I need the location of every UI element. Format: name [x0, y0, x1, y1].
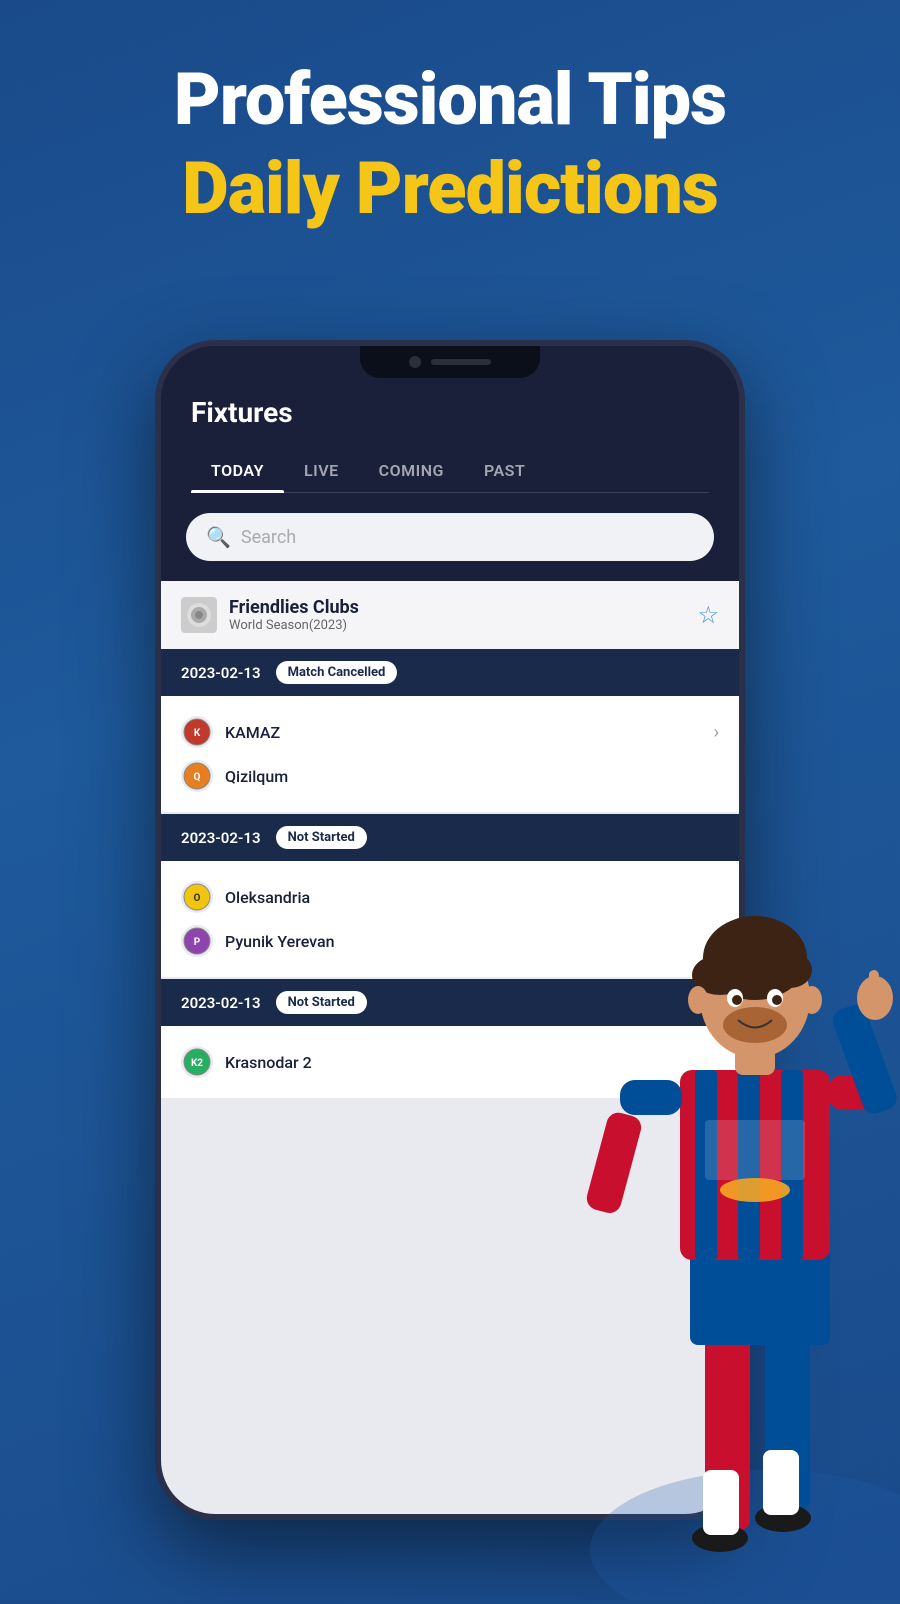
svg-text:O: O	[194, 893, 201, 904]
team-row-pyunik: P Pyunik Yerevan	[181, 919, 719, 963]
tab-today[interactable]: TODAY	[191, 449, 284, 492]
match-status-badge-1: Match Cancelled	[276, 661, 398, 684]
svg-text:K2: K2	[191, 1058, 203, 1069]
hero-title-line2: Daily Predictions	[50, 149, 850, 228]
phone-wrapper: Fixtures TODAY LIVE COMING PAST	[155, 340, 745, 1540]
tab-past[interactable]: PAST	[464, 449, 545, 492]
team-logo-krasnodar: K2	[181, 1046, 213, 1078]
match-teams-1[interactable]: K KAMAZ › Q	[161, 696, 739, 812]
team-name-pyunik: Pyunik Yerevan	[225, 932, 335, 951]
team-logo-pyunik: P	[181, 925, 213, 957]
league-info: Friendlies Clubs World Season(2023)	[181, 597, 359, 633]
hero-title-line1: Professional Tips	[50, 60, 850, 139]
team-name-krasnodar: Krasnodar 2	[225, 1053, 312, 1072]
tab-live[interactable]: LIVE	[284, 449, 359, 492]
match-teams-2[interactable]: O Oleksandria P	[161, 861, 739, 977]
team-row-oleksandria: O Oleksandria	[181, 875, 719, 919]
match-card-3: 2023-02-13 Not Started K2 Krasnodar 2	[161, 979, 739, 1098]
match-header-bar-2: 2023-02-13 Not Started	[161, 814, 739, 861]
match-header-bar-1: 2023-02-13 Match Cancelled	[161, 649, 739, 696]
team-name-qizilqum: Qizilqum	[225, 767, 288, 786]
matches-area: Friendlies Clubs World Season(2023) ☆ 20…	[161, 581, 739, 1514]
svg-text:Q: Q	[194, 772, 201, 783]
match-date-3: 2023-02-13	[181, 994, 261, 1012]
app-title: Fixtures	[191, 396, 709, 429]
search-area: 🔍 Search	[161, 493, 739, 581]
tabs-row: TODAY LIVE COMING PAST	[191, 449, 709, 493]
camera-dot	[409, 356, 421, 368]
match-status-badge-3: Not Started	[276, 991, 367, 1014]
league-header: Friendlies Clubs World Season(2023) ☆	[161, 581, 739, 649]
team-logo-oleksandria: O	[181, 881, 213, 913]
phone-notch	[360, 346, 540, 378]
match-date-2: 2023-02-13	[181, 829, 261, 847]
match-header-bar-3: 2023-02-13 Not Started	[161, 979, 739, 1026]
phone-frame: Fixtures TODAY LIVE COMING PAST	[155, 340, 745, 1520]
match-status-badge-2: Not Started	[276, 826, 367, 849]
hero-section: Professional Tips Daily Predictions	[0, 0, 900, 258]
match-arrow-1: ›	[714, 722, 719, 743]
match-card-1: 2023-02-13 Match Cancelled K KAMAZ	[161, 649, 739, 812]
svg-text:K: K	[194, 728, 201, 739]
search-bar[interactable]: 🔍 Search	[186, 513, 714, 561]
team-name-oleksandria: Oleksandria	[225, 888, 310, 907]
match-teams-3[interactable]: K2 Krasnodar 2	[161, 1026, 739, 1098]
tab-coming[interactable]: COMING	[359, 449, 464, 492]
search-placeholder: Search	[241, 527, 296, 548]
team-logo-qizilqum: Q	[181, 760, 213, 792]
team-name-kamaz: KAMAZ	[225, 723, 280, 742]
team-row-krasnodar: K2 Krasnodar 2	[181, 1040, 719, 1084]
search-icon: 🔍	[206, 525, 231, 549]
league-season: World Season(2023)	[229, 618, 359, 633]
team-logo-kamaz: K	[181, 716, 213, 748]
league-name: Friendlies Clubs	[229, 597, 359, 618]
league-text: Friendlies Clubs World Season(2023)	[229, 597, 359, 633]
favorite-star-icon[interactable]: ☆	[697, 601, 719, 629]
match-date-1: 2023-02-13	[181, 664, 261, 682]
team-row-kamaz: K KAMAZ ›	[181, 710, 719, 754]
team-row-qizilqum: Q Qizilqum	[181, 754, 719, 798]
speaker-bar	[431, 359, 491, 365]
svg-text:P: P	[194, 937, 201, 948]
phone-content: Fixtures TODAY LIVE COMING PAST	[161, 346, 739, 1514]
league-logo	[181, 597, 217, 633]
match-card-2: 2023-02-13 Not Started O Oleksandria	[161, 814, 739, 977]
